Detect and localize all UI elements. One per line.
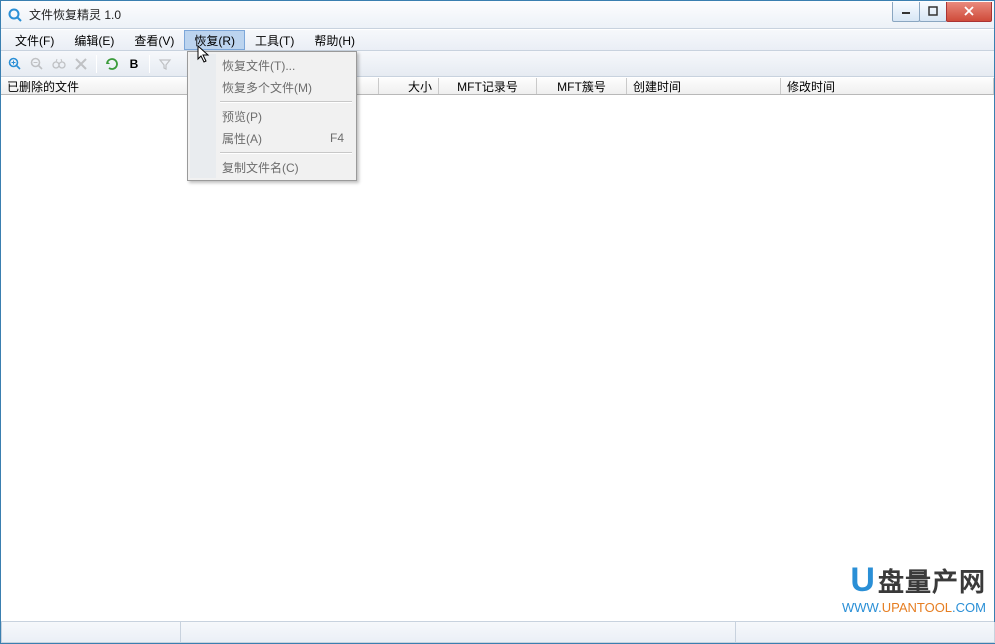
col-mft-record[interactable]: MFT记录号 (439, 78, 537, 94)
app-window: 文件恢复精灵 1.0 文件(F) 编辑(E) 查看(V) 恢复(R) 工具(T)… (0, 0, 995, 644)
bold-button[interactable]: B (124, 54, 144, 74)
watermark: U 盘量产网 WWW.UPANTOOL.COM (842, 561, 986, 615)
filter-icon[interactable] (155, 54, 175, 74)
dd-label: 恢复文件(T)... (222, 57, 295, 74)
watermark-text: 盘量产网 (878, 562, 986, 599)
wm-www: WWW. (842, 600, 882, 615)
toolbar-separator-2 (149, 55, 150, 73)
titlebar: 文件恢复精灵 1.0 (1, 1, 994, 29)
status-cell-3 (735, 622, 995, 643)
dd-recover-file[interactable]: 恢复文件(T)... (190, 54, 354, 76)
minimize-button[interactable] (892, 2, 920, 22)
col-mft-cluster[interactable]: MFT簇号 (537, 78, 627, 94)
close-button[interactable] (946, 2, 992, 22)
zoom-in-icon[interactable] (5, 54, 25, 74)
toolbar-separator (96, 55, 97, 73)
status-cell-1 (1, 622, 181, 643)
wm-domain: UPANTOOL (882, 600, 952, 615)
zoom-out-icon[interactable] (27, 54, 47, 74)
dd-label: 属性(A) (222, 130, 262, 147)
col-created[interactable]: 创建时间 (627, 78, 781, 94)
dd-properties[interactable]: 属性(A) F4 (190, 127, 354, 149)
delete-icon[interactable] (71, 54, 91, 74)
wm-com: .COM (952, 600, 986, 615)
bold-label: B (130, 57, 139, 71)
toolbar: B (1, 51, 994, 77)
dropdown-separator (220, 101, 352, 102)
menu-edit[interactable]: 编辑(E) (64, 30, 124, 50)
maximize-button[interactable] (919, 2, 947, 22)
dd-label: 预览(P) (222, 108, 262, 125)
menu-help[interactable]: 帮助(H) (304, 30, 365, 50)
watermark-brand: U 盘量产网 (842, 561, 986, 600)
column-headers: 已删除的文件 大小 MFT记录号 MFT簇号 创建时间 修改时间 (1, 77, 994, 95)
dd-preview[interactable]: 预览(P) (190, 105, 354, 127)
menu-recover[interactable]: 恢复(R) (184, 30, 245, 50)
dd-copy-filename[interactable]: 复制文件名(C) (190, 156, 354, 178)
col-modified[interactable]: 修改时间 (781, 78, 994, 94)
menubar: 文件(F) 编辑(E) 查看(V) 恢复(R) 工具(T) 帮助(H) (1, 29, 994, 51)
dropdown-separator-2 (220, 152, 352, 153)
binoculars-icon[interactable] (49, 54, 69, 74)
window-controls (893, 2, 992, 22)
statusbar (1, 621, 994, 643)
watermark-u: U (850, 561, 876, 600)
recover-dropdown: 恢复文件(T)... 恢复多个文件(M) 预览(P) 属性(A) F4 复制文件名… (187, 51, 357, 181)
dd-label: 复制文件名(C) (222, 159, 299, 176)
window-title: 文件恢复精灵 1.0 (29, 6, 893, 23)
refresh-icon[interactable] (102, 54, 122, 74)
menu-file[interactable]: 文件(F) (5, 30, 64, 50)
menu-tools[interactable]: 工具(T) (245, 30, 304, 50)
dd-recover-multiple[interactable]: 恢复多个文件(M) (190, 76, 354, 98)
dd-label: 恢复多个文件(M) (222, 79, 312, 96)
dd-shortcut: F4 (330, 131, 354, 145)
app-icon (7, 7, 23, 23)
col-size[interactable]: 大小 (379, 78, 439, 94)
file-list[interactable] (1, 95, 994, 621)
watermark-url: WWW.UPANTOOL.COM (842, 600, 986, 615)
status-cell-2 (180, 622, 736, 643)
menu-view[interactable]: 查看(V) (124, 30, 184, 50)
